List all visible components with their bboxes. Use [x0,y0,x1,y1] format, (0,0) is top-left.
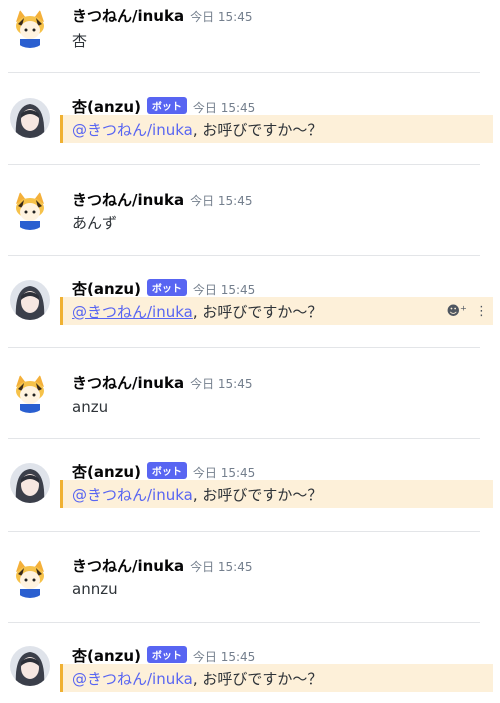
author-name[interactable]: きつねん/inuka 今日 15:45 [72,5,252,26]
avatar-inuka[interactable] [10,8,50,48]
bot-badge: ボット [146,97,187,114]
fox-avatar-icon [10,190,50,230]
message-text: anzu [72,398,109,416]
avatar-inuka[interactable] [10,373,50,413]
author-name[interactable]: 杏(anzu) ボット 今日 15:45 [72,96,255,117]
timestamp: 今日 15:45 [190,377,253,391]
timestamp: 今日 15:45 [192,650,256,664]
message-text: @きつねん/inuka, お呼びですか～？ [72,486,323,504]
avatar-inuka[interactable] [10,190,50,230]
avatar-anzu[interactable] [10,98,50,138]
user-mention[interactable]: @きつねん/inuka [72,670,193,688]
more-options-icon[interactable]: ⋮ [475,304,488,319]
divider [8,438,480,439]
divider [8,255,480,256]
message-text: @きつねん/inuka, お呼びですか～？ [72,121,323,139]
message-text: @きつねん/inuka, お呼びですか～？ [72,670,323,688]
anzu-avatar-icon [10,646,50,686]
message-hover-actions: ☻⁺ ⋮ [446,304,488,319]
author-name[interactable]: きつねん/inuka 今日 15:45 [72,189,252,210]
author-name[interactable]: きつねん/inuka 今日 15:45 [72,372,252,393]
avatar-anzu[interactable] [10,463,50,503]
message-text: annzu [72,580,118,598]
timestamp: 今日 15:45 [190,194,253,208]
user-mention[interactable]: @きつねん/inuka [72,303,193,321]
avatar-anzu[interactable] [10,280,50,320]
user-mention[interactable]: @きつねん/inuka [72,121,193,139]
message-text: @きつねん/inuka, お呼びですか～？ [72,303,323,321]
anzu-avatar-icon [10,98,50,138]
bot-badge: ボット [146,646,187,663]
fox-avatar-icon [10,373,50,413]
divider [8,531,480,532]
timestamp: 今日 15:45 [190,10,253,24]
author-name[interactable]: 杏(anzu) ボット 今日 15:45 [72,645,255,666]
add-reaction-icon[interactable]: ☻⁺ [446,304,466,319]
message-text: あんず [72,214,118,232]
timestamp: 今日 15:45 [190,560,253,574]
avatar-inuka[interactable] [10,558,50,598]
author-name[interactable]: きつねん/inuka 今日 15:45 [72,555,252,576]
message-text: 杏 [72,32,88,50]
divider [8,164,480,165]
anzu-avatar-icon [10,280,50,320]
message-feed: きつねん/inuka 今日 15:45 杏 杏(anzu) ボット 今日 15:45 … [0,0,500,703]
anzu-avatar-icon [10,463,50,503]
avatar-anzu[interactable] [10,646,50,686]
divider [8,72,480,73]
timestamp: 今日 15:45 [192,101,256,115]
timestamp: 今日 15:45 [192,466,256,480]
timestamp: 今日 15:45 [192,283,256,297]
divider [8,347,480,348]
author-name[interactable]: 杏(anzu) ボット 今日 15:45 [72,278,255,299]
fox-avatar-icon [10,558,50,598]
fox-avatar-icon [10,8,50,48]
divider [8,622,480,623]
bot-badge: ボット [146,462,187,479]
bot-badge: ボット [146,279,187,296]
author-name[interactable]: 杏(anzu) ボット 今日 15:45 [72,461,255,482]
user-mention[interactable]: @きつねん/inuka [72,486,193,504]
